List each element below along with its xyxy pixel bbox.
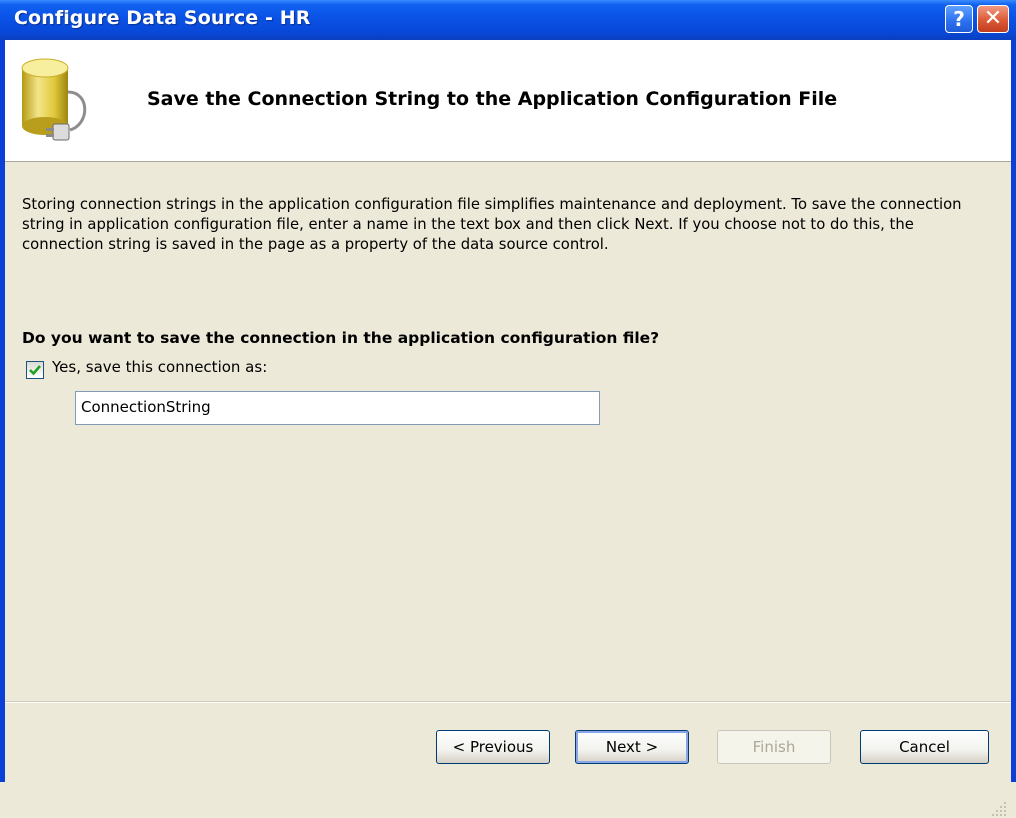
help-button[interactable]: ? (945, 5, 973, 33)
database-plug-icon (21, 58, 87, 141)
window-title: Configure Data Source - HR (14, 7, 311, 29)
save-connection-label[interactable]: Yes, save this connection as: (52, 358, 267, 376)
save-connection-checkbox[interactable] (26, 361, 44, 379)
next-button[interactable]: Next > (575, 730, 689, 764)
dialog-window: Configure Data Source - HR ? ✕ Save the … (0, 0, 1016, 816)
save-question: Do you want to save the connection in th… (22, 329, 660, 347)
dialog-client-area: Save the Connection String to the Applic… (5, 40, 1011, 816)
description-text: Storing connection strings in the applic… (22, 196, 962, 253)
cancel-button[interactable]: Cancel (860, 730, 989, 764)
resize-grip-icon[interactable] (990, 800, 1008, 818)
footer-divider (5, 701, 1011, 703)
page-title: Save the Connection String to the Applic… (147, 88, 838, 110)
connection-name-input[interactable]: ConnectionString (75, 391, 600, 425)
finish-button: Finish (717, 730, 831, 764)
previous-button[interactable]: < Previous (436, 730, 550, 764)
wizard-header: Save the Connection String to the Applic… (5, 40, 1011, 162)
close-button[interactable]: ✕ (977, 5, 1009, 33)
title-bar[interactable]: Configure Data Source - HR ? ✕ (0, 0, 1016, 40)
checkmark-icon (29, 365, 41, 376)
